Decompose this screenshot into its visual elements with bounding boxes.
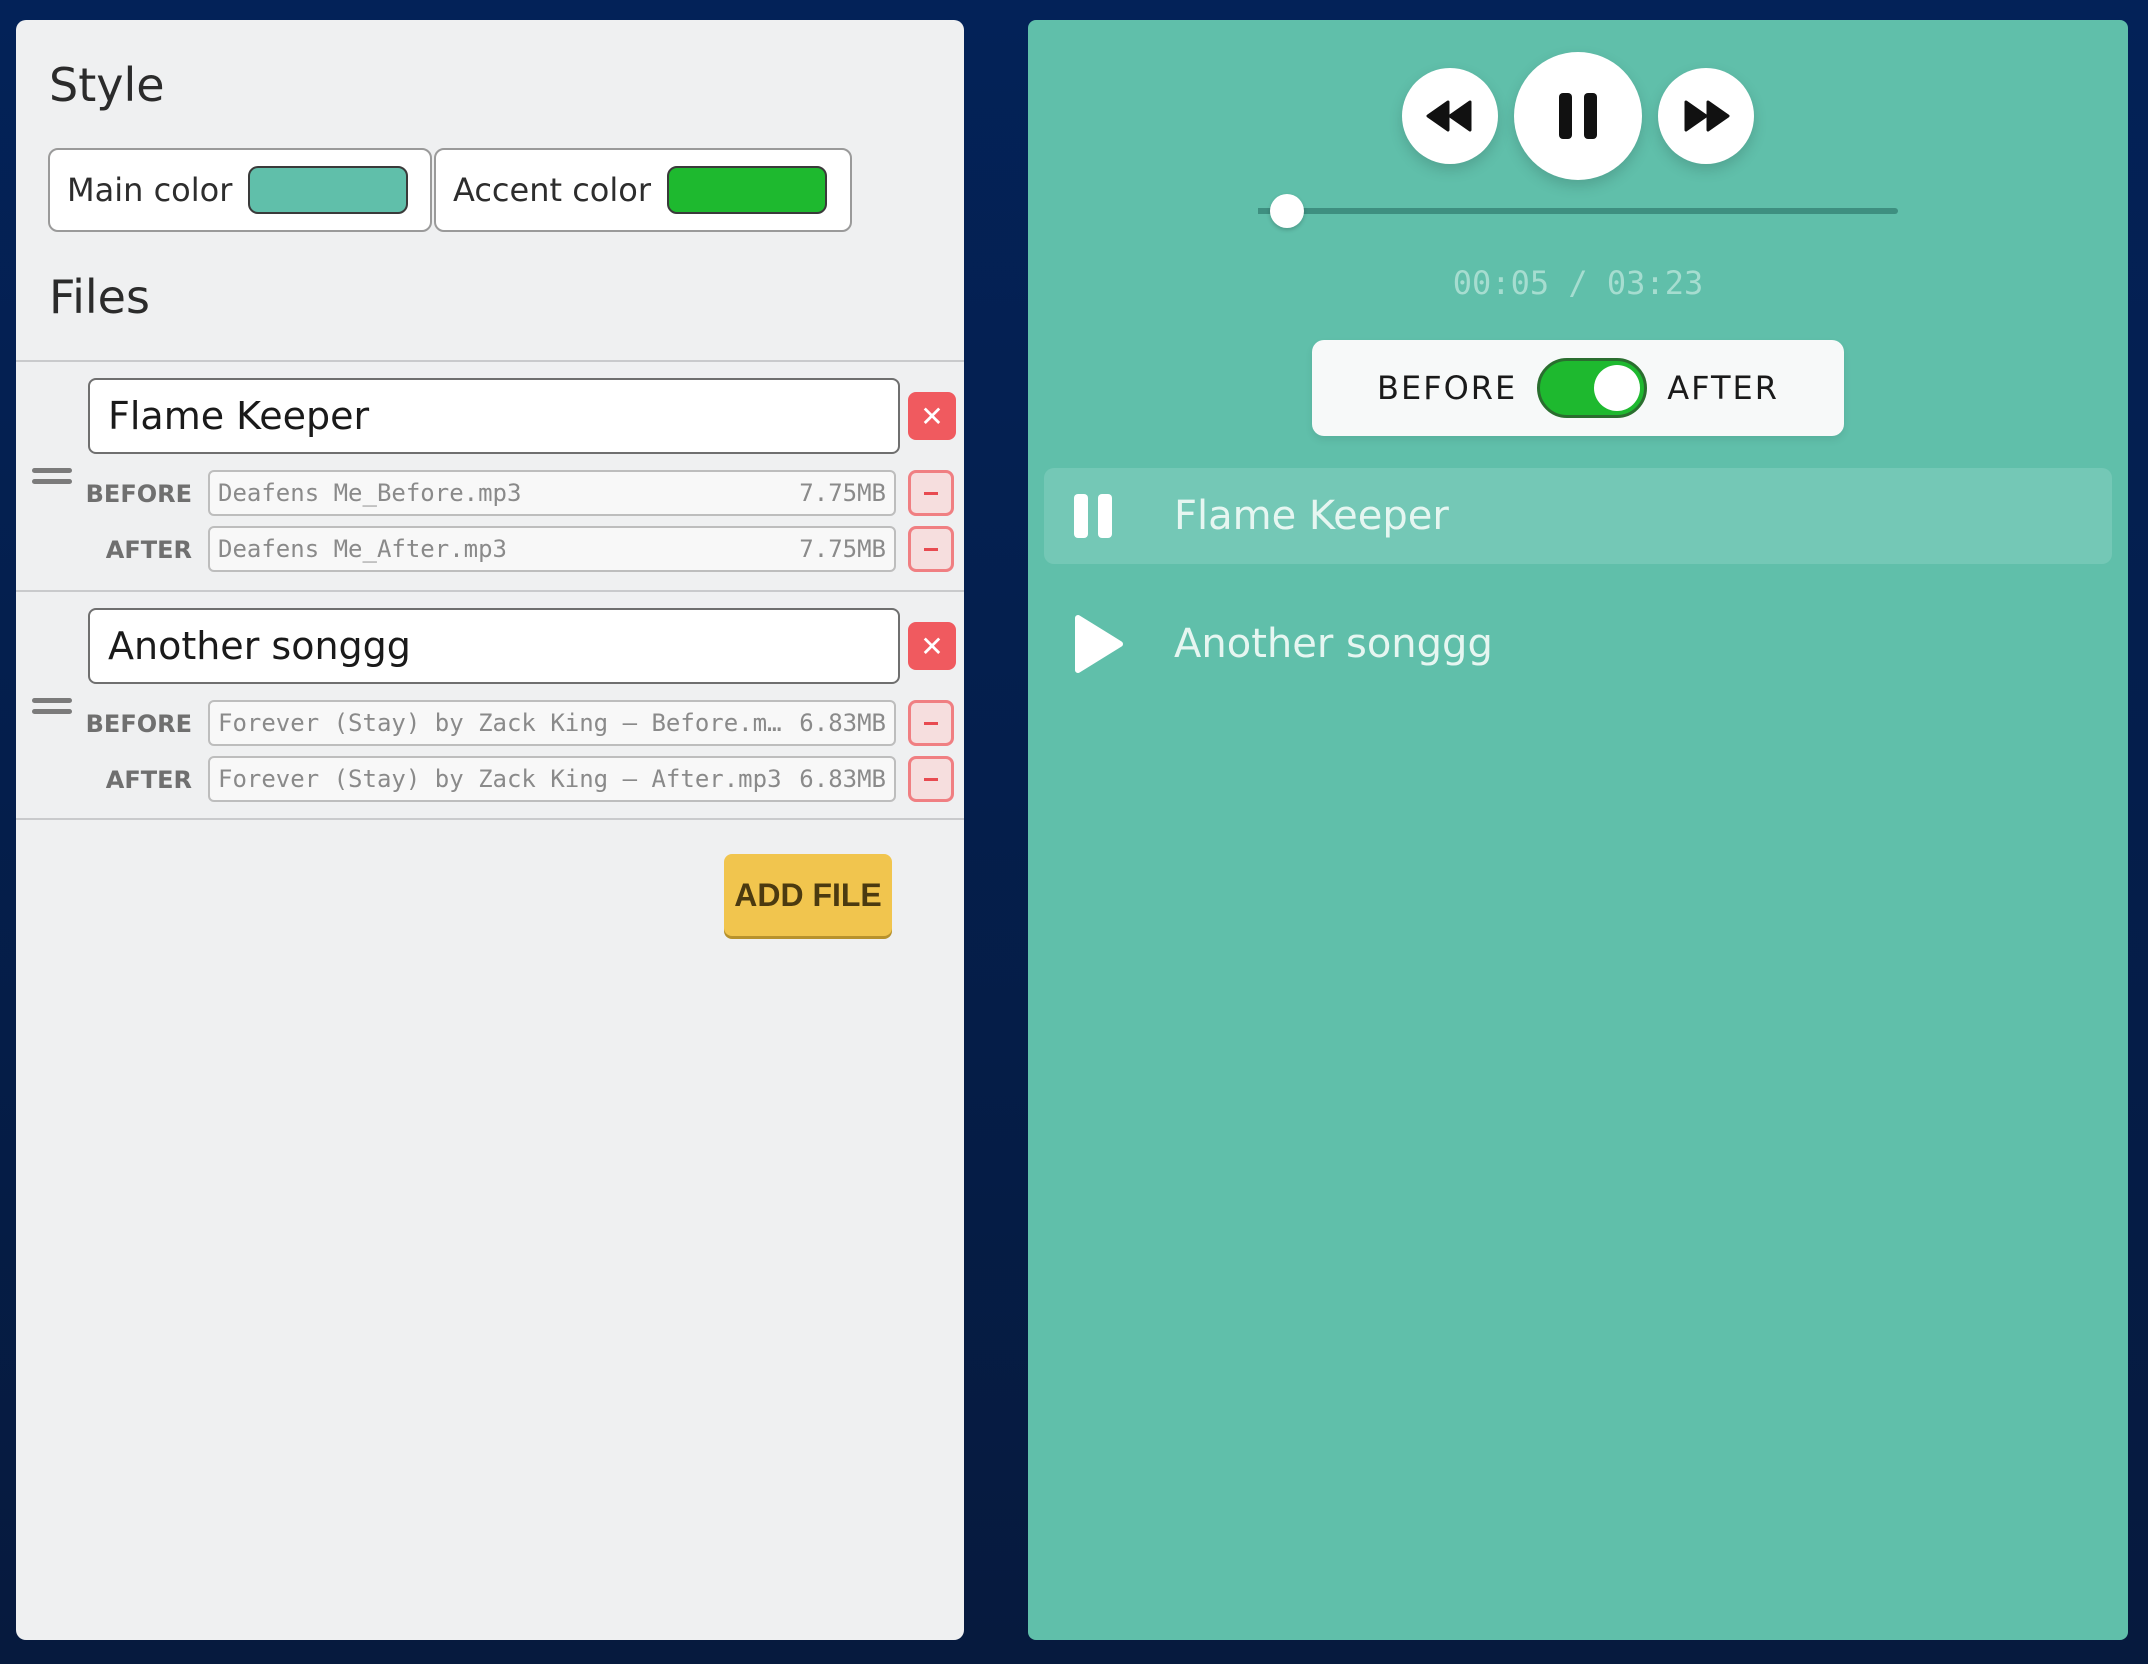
pause-icon[interactable] [1072, 492, 1116, 540]
file-group: ✕ BEFORE Forever (Stay) by Zack King – B… [16, 590, 964, 820]
settings-panel: Style Main color Accent color Files ✕ BE… [16, 20, 964, 1640]
close-icon: ✕ [920, 399, 944, 433]
rewind-icon [1426, 100, 1472, 132]
add-file-button[interactable]: ADD FILE [724, 854, 892, 936]
player-panel: 00:05 / 03:23 BEFORE AFTER Flame Keeper … [1028, 20, 2128, 1640]
accent-color-picker[interactable]: Accent color [434, 148, 852, 232]
minus-icon [924, 491, 938, 495]
fast-forward-button[interactable] [1658, 68, 1754, 164]
file-size: 7.75MB [799, 479, 886, 507]
minus-icon [924, 721, 938, 725]
progress-thumb[interactable] [1270, 194, 1305, 228]
file-name: Deafens Me_After.mp3 [218, 535, 507, 563]
before-label: BEFORE [85, 710, 192, 738]
files-heading: Files [49, 270, 150, 324]
toggle-after-label: AFTER [1667, 369, 1779, 407]
delete-song-button[interactable]: ✕ [908, 622, 956, 670]
rewind-button[interactable] [1402, 68, 1498, 164]
after-label: AFTER [105, 766, 192, 794]
pause-icon [1559, 93, 1597, 139]
minus-icon [924, 547, 938, 551]
close-icon: ✕ [920, 629, 944, 663]
after-file-field[interactable]: Deafens Me_After.mp3 7.75MB [208, 526, 896, 572]
time-display: 00:05 / 03:23 [1452, 264, 1704, 302]
drag-handle-icon[interactable] [32, 468, 72, 484]
style-heading: Style [49, 58, 165, 112]
song-title-input[interactable] [88, 378, 900, 454]
play-icon[interactable] [1072, 614, 1124, 674]
toggle-switch[interactable] [1537, 358, 1648, 418]
delete-song-button[interactable]: ✕ [908, 392, 956, 440]
main-color-picker[interactable]: Main color [48, 148, 432, 232]
toggle-before-label: BEFORE [1377, 369, 1518, 407]
progress-bar[interactable] [1258, 194, 1898, 228]
main-color-swatch[interactable] [248, 166, 409, 214]
file-group: ✕ BEFORE Deafens Me_Before.mp3 7.75MB AF… [16, 360, 964, 590]
before-after-toggle[interactable]: BEFORE AFTER [1312, 340, 1844, 436]
track-item[interactable]: Another songgg [1044, 596, 2112, 692]
remove-before-file-button[interactable] [908, 470, 954, 516]
file-size: 6.83MB [799, 765, 886, 793]
remove-after-file-button[interactable] [908, 526, 954, 572]
file-size: 6.83MB [799, 709, 886, 737]
accent-color-label: Accent color [453, 171, 651, 209]
file-name: Forever (Stay) by Zack King – Before.m… [218, 709, 782, 737]
after-file-field[interactable]: Forever (Stay) by Zack King – After.mp3 … [208, 756, 896, 802]
track-title: Another songgg [1174, 621, 1493, 667]
remove-after-file-button[interactable] [908, 756, 954, 802]
remove-before-file-button[interactable] [908, 700, 954, 746]
song-title-input[interactable] [88, 608, 900, 684]
accent-color-swatch[interactable] [667, 166, 827, 214]
fast-forward-icon [1684, 100, 1730, 132]
before-file-field[interactable]: Forever (Stay) by Zack King – Before.m… … [208, 700, 896, 746]
before-file-field[interactable]: Deafens Me_Before.mp3 7.75MB [208, 470, 896, 516]
track-item[interactable]: Flame Keeper [1044, 468, 2112, 564]
before-label: BEFORE [85, 480, 192, 508]
file-name: Deafens Me_Before.mp3 [218, 479, 522, 507]
file-size: 7.75MB [799, 535, 886, 563]
main-color-label: Main color [67, 171, 233, 209]
minus-icon [924, 777, 938, 781]
play-pause-button[interactable] [1514, 52, 1642, 180]
drag-handle-icon[interactable] [32, 698, 72, 714]
after-label: AFTER [105, 536, 192, 564]
track-title: Flame Keeper [1174, 493, 1449, 539]
file-name: Forever (Stay) by Zack King – After.mp3 [218, 765, 782, 793]
